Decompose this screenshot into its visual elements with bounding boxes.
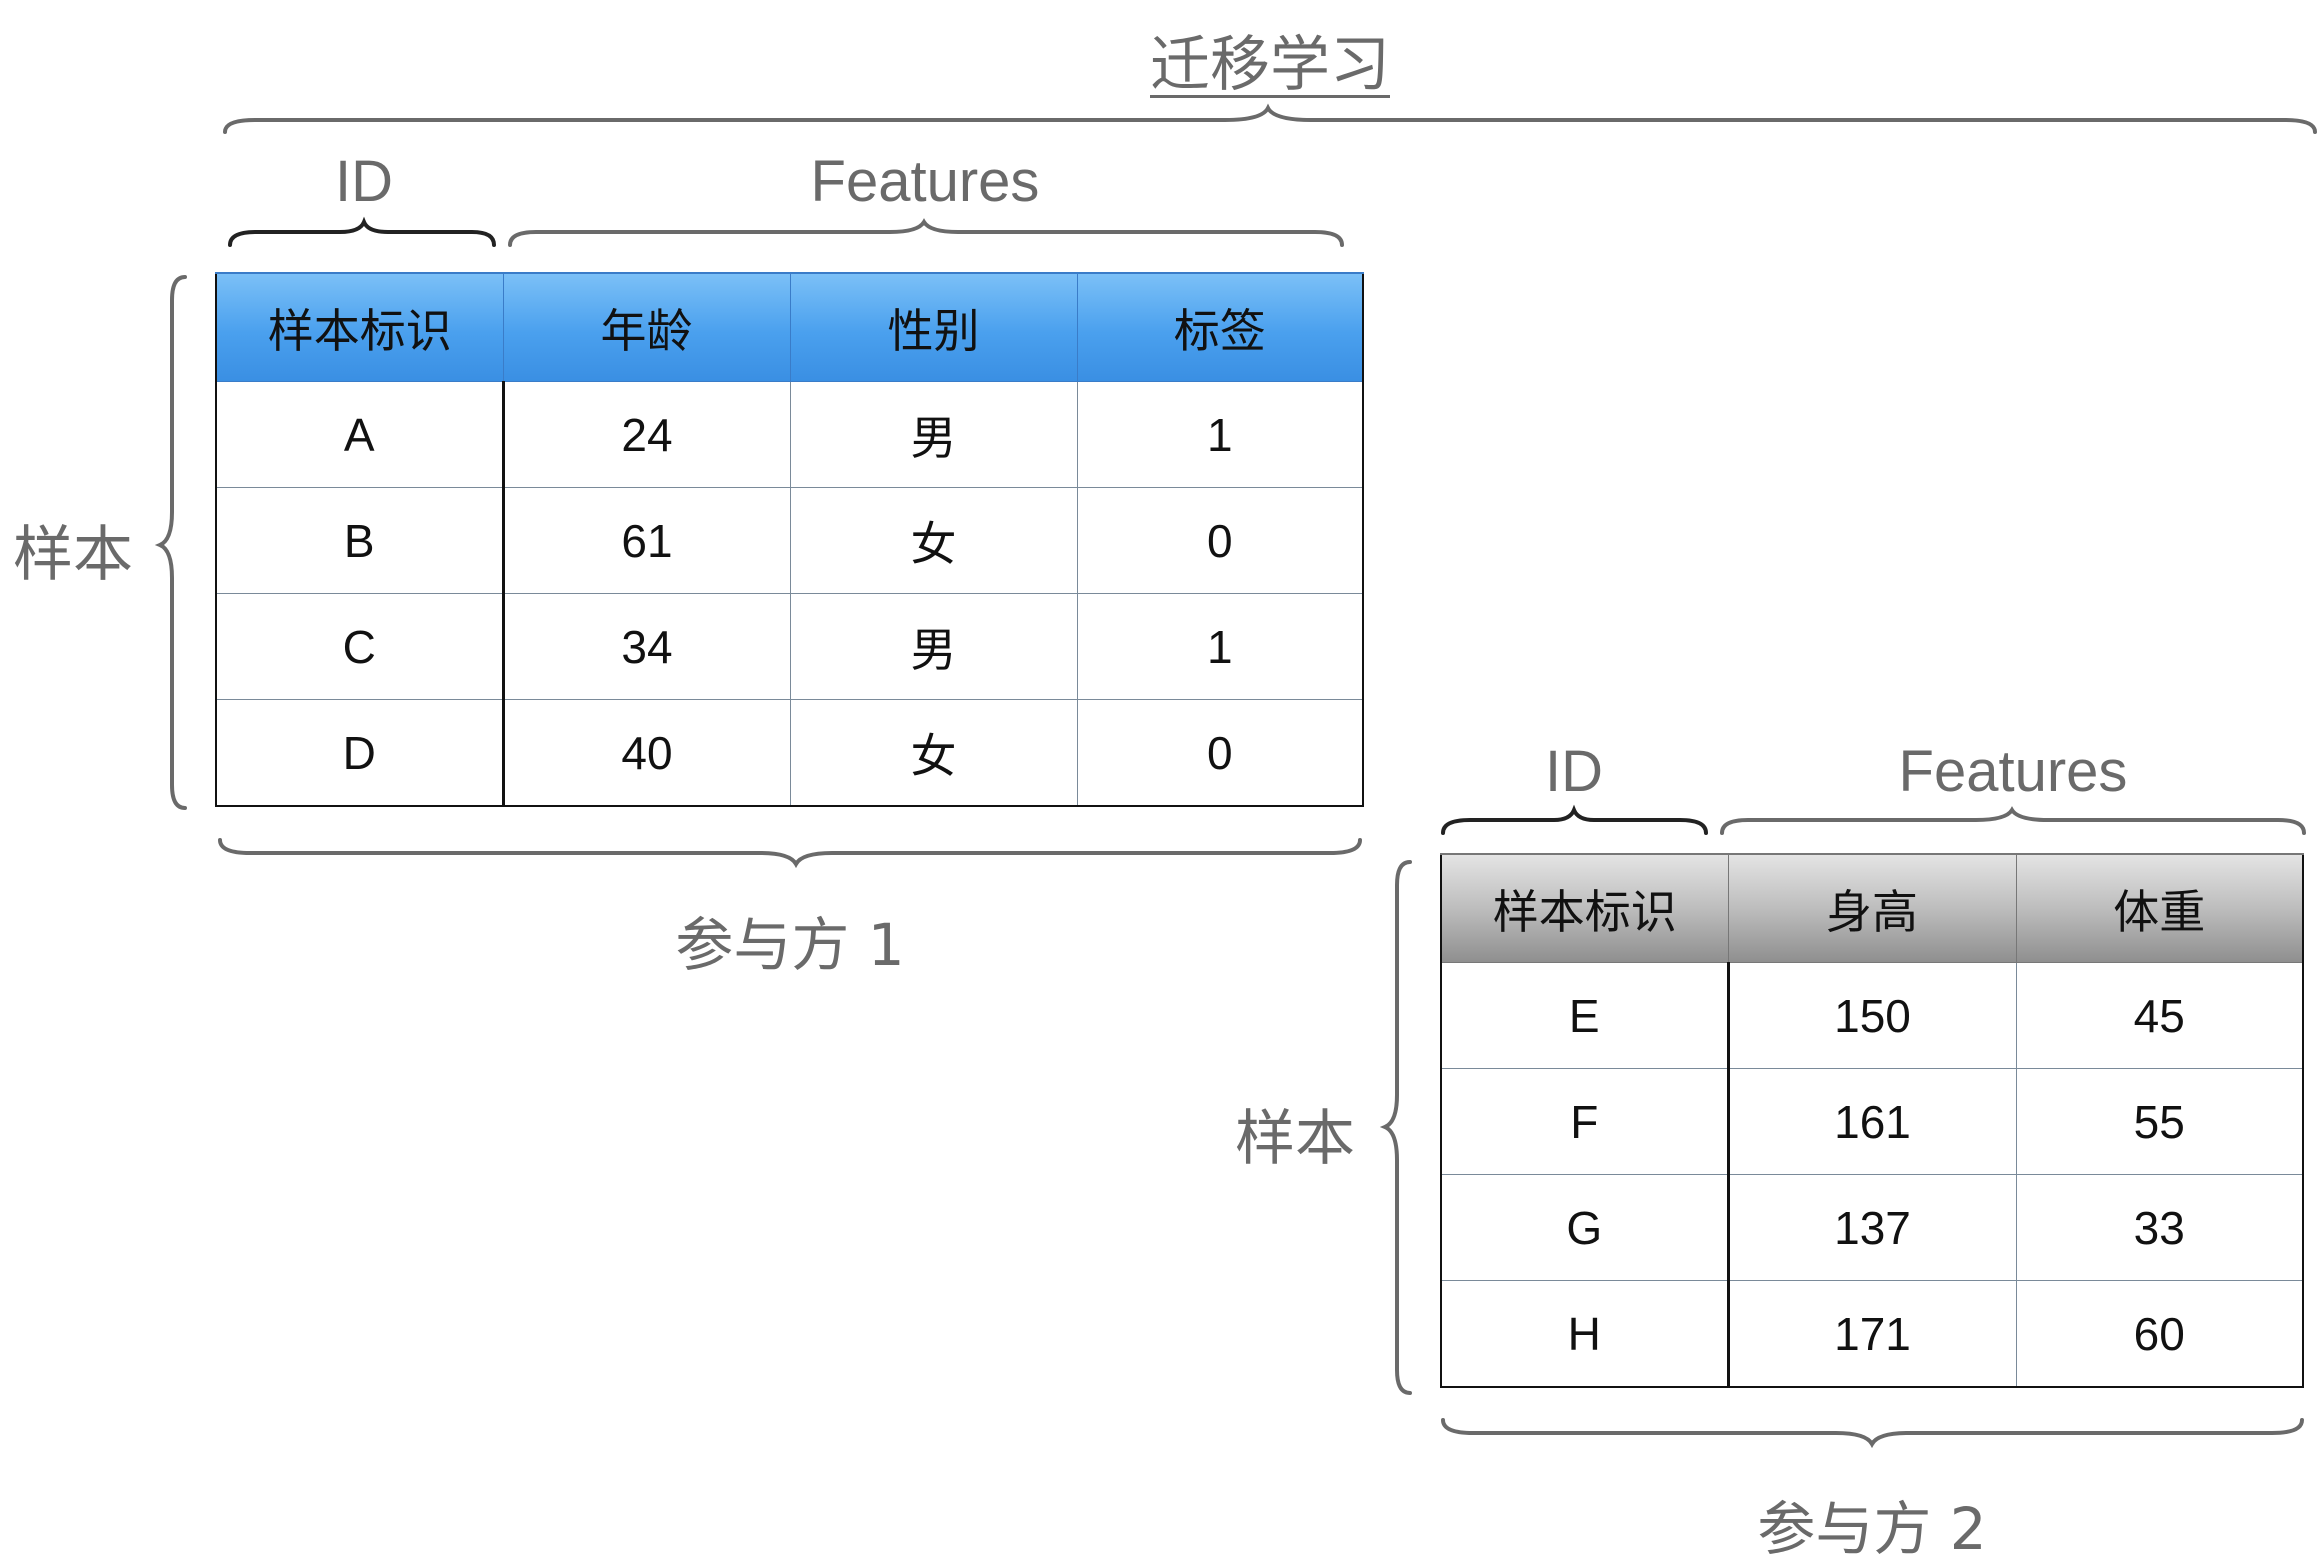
table-row: A 24 男 1 (215, 381, 1364, 488)
party2-party-brace (1441, 1418, 2304, 1449)
table-cell: 24 (502, 381, 791, 488)
party2-id-label: ID (1545, 739, 1603, 804)
party2-features-brace (1720, 806, 2306, 835)
table-cell: 1 (1076, 381, 1364, 488)
party1-table: 样本标识 年龄 性别 标签 A 24 男 1 B 61 女 0 C 34 男 1… (215, 272, 1364, 807)
party2-table: 样本标识 身高 体重 E 150 45 F 161 55 G 137 33 H … (1440, 853, 2304, 1388)
header-cell: 年龄 (502, 272, 791, 382)
table-header-row: 样本标识 年龄 性别 标签 (215, 272, 1364, 382)
table-cell: 0 (1076, 487, 1364, 594)
party2-samples-label: 样本 (1235, 1104, 1355, 1174)
table-cell: C (215, 593, 505, 700)
table-cell: H (1440, 1280, 1730, 1388)
table-row: B 61 女 0 (215, 487, 1364, 594)
party1-samples-brace (154, 275, 187, 810)
table-cell: 150 (1727, 962, 2017, 1069)
table-cell: 33 (2015, 1174, 2304, 1281)
table-row: E 150 45 (1440, 962, 2304, 1069)
title-brace (223, 103, 2317, 134)
party1-id-label: ID (335, 149, 393, 214)
party1-party-brace (218, 838, 1362, 869)
party1-party-label: 参与方 1 (675, 911, 905, 979)
party2-samples-brace (1379, 860, 1412, 1395)
table-cell: 40 (502, 699, 791, 807)
header-cell: 性别 (789, 272, 1078, 382)
table-cell: 171 (1727, 1280, 2017, 1388)
table-row: C 34 男 1 (215, 593, 1364, 700)
table-cell: D (215, 699, 505, 807)
table-cell: 男 (789, 381, 1078, 488)
header-cell: 标签 (1076, 272, 1364, 382)
header-cell: 样本标识 (215, 272, 504, 382)
table-cell: 女 (789, 699, 1078, 807)
party1-features-brace (508, 218, 1344, 247)
table-cell: 161 (1727, 1068, 2017, 1175)
table-cell: E (1440, 962, 1730, 1069)
table-cell: 1 (1076, 593, 1364, 700)
table-row: F 161 55 (1440, 1068, 2304, 1175)
table-cell: 137 (1727, 1174, 2017, 1281)
party1-features-label: Features (810, 149, 1040, 214)
table-cell: 60 (2015, 1280, 2304, 1388)
header-cell: 体重 (2015, 853, 2304, 963)
table-header-row: 样本标识 身高 体重 (1440, 853, 2304, 963)
table-cell: G (1440, 1174, 1730, 1281)
table-row: G 137 33 (1440, 1174, 2304, 1281)
party2-id-brace (1441, 804, 1708, 835)
table-row: D 40 女 0 (215, 699, 1364, 807)
table-cell: 61 (502, 487, 791, 594)
party2-party-label: 参与方 2 (1757, 1495, 1987, 1563)
table-cell: F (1440, 1068, 1730, 1175)
header-cell: 样本标识 (1440, 853, 1729, 963)
table-cell: A (215, 381, 505, 488)
party1-id-brace (228, 216, 496, 247)
table-cell: 45 (2015, 962, 2304, 1069)
table-cell: 34 (502, 593, 791, 700)
table-cell: 女 (789, 487, 1078, 594)
party2-features-label: Features (1898, 739, 2128, 804)
table-cell: 55 (2015, 1068, 2304, 1175)
table-cell: B (215, 487, 505, 594)
table-row: H 171 60 (1440, 1280, 2304, 1388)
table-cell: 男 (789, 593, 1078, 700)
party1-samples-label: 样本 (13, 520, 133, 590)
header-cell: 身高 (1727, 853, 2017, 963)
table-cell: 0 (1076, 699, 1364, 807)
diagram-title: 迁移学习 (1150, 30, 1390, 100)
